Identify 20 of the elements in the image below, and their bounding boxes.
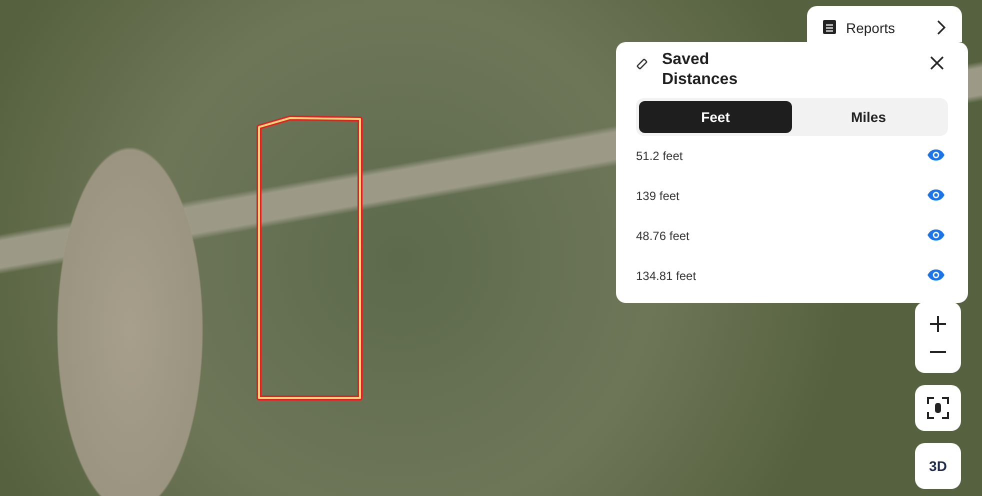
distance-value: 48.76 feet (636, 229, 690, 243)
distance-value: 51.2 feet (636, 149, 683, 163)
chevron-right-icon (937, 20, 946, 35)
recenter-button[interactable] (915, 385, 961, 431)
document-icon (823, 20, 836, 34)
eye-icon[interactable] (926, 149, 946, 163)
reports-button[interactable]: Reports (807, 6, 962, 42)
eye-icon[interactable] (926, 189, 946, 203)
distance-value: 139 feet (636, 189, 680, 203)
eye-icon[interactable] (926, 269, 946, 283)
ruler-icon (636, 58, 648, 70)
unit-tab[interactable]: Miles (792, 101, 945, 133)
panel-title: Saved Distances (662, 50, 739, 90)
focus-frame-icon (927, 397, 949, 419)
distance-value: 134.81 feet (636, 269, 696, 283)
3d-view-button[interactable]: 3D (915, 443, 961, 489)
eye-icon[interactable] (926, 229, 946, 243)
zoom-in-icon[interactable] (928, 314, 948, 334)
unit-tab[interactable]: Feet (639, 101, 792, 133)
measured-area-outline[interactable] (256, 116, 362, 400)
